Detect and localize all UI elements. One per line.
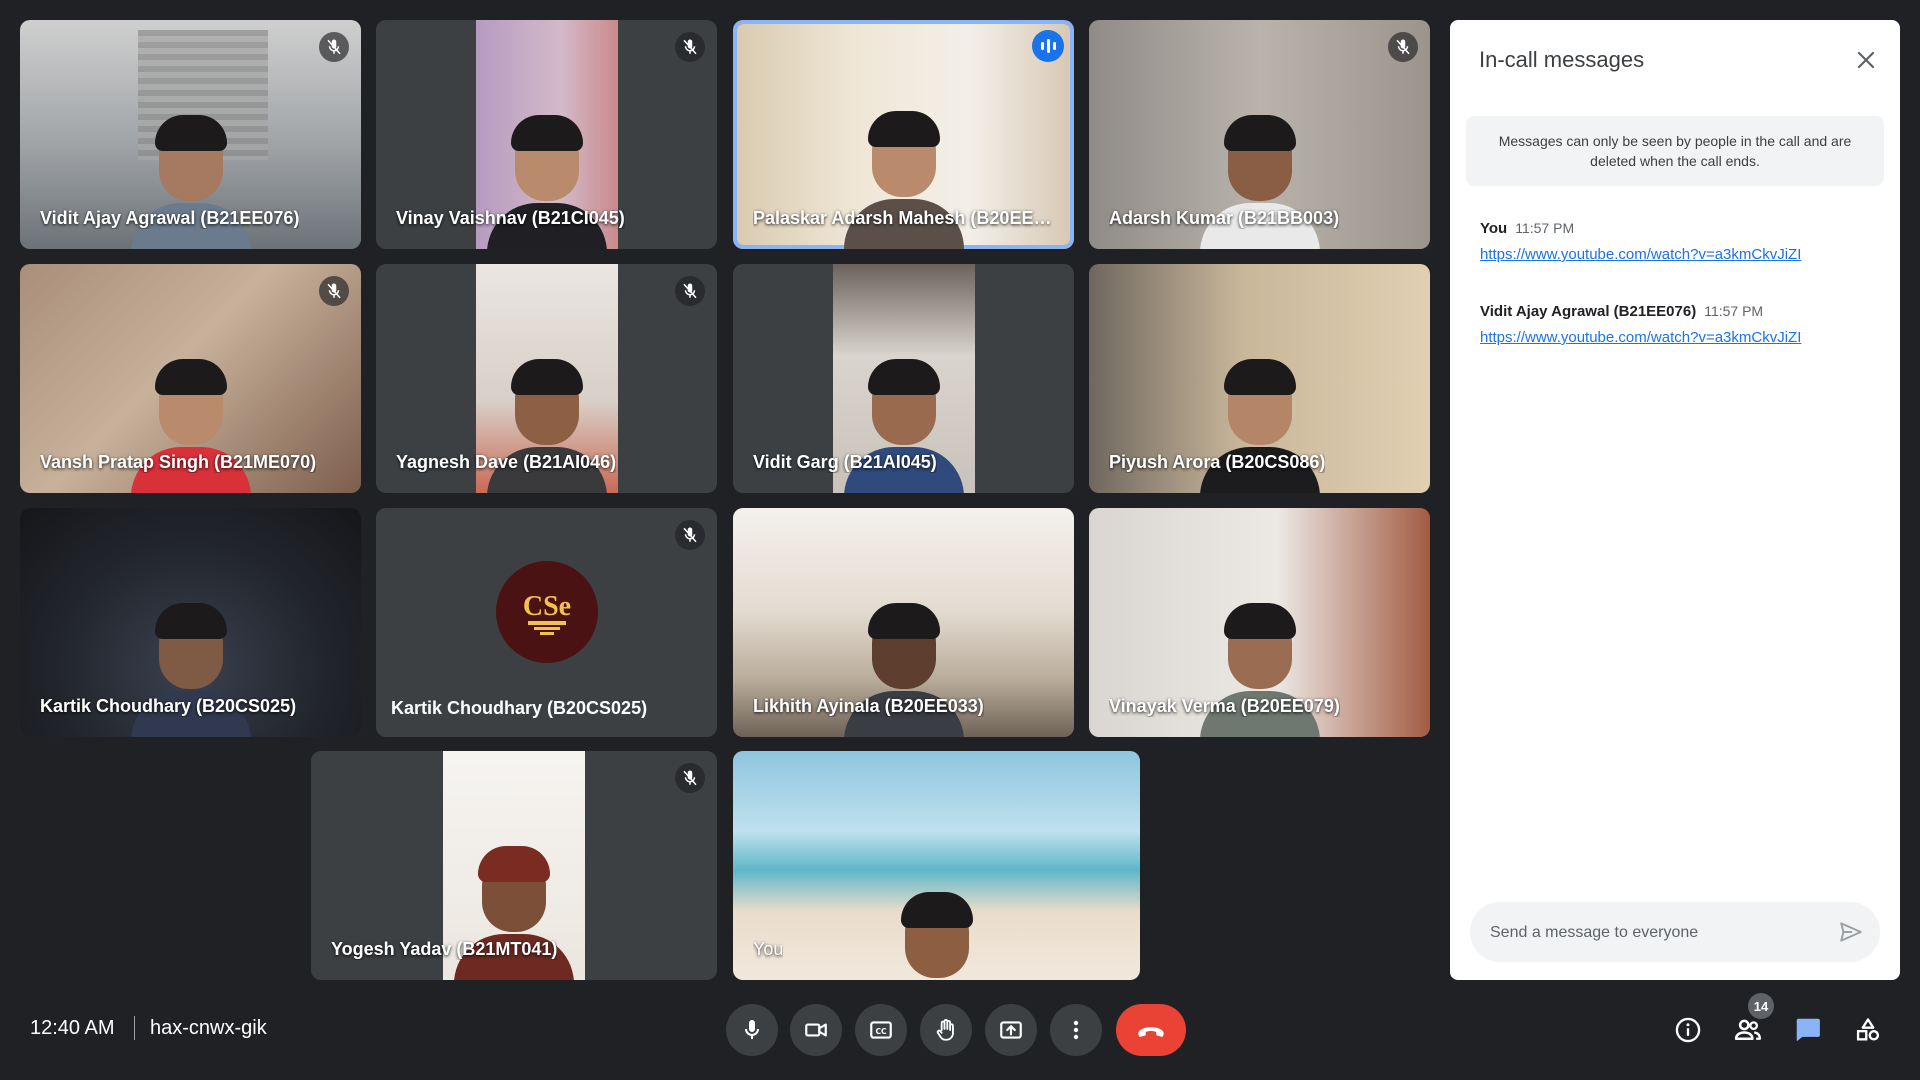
participant-name: Vidit Garg (B21AI045): [753, 452, 937, 472]
meeting-code: hax-cnwx-gik: [150, 1017, 267, 1039]
present-icon: [1000, 1021, 1022, 1039]
participant-tile[interactable]: Adarsh Kumar (B21BB003): [1089, 20, 1430, 249]
current-time: 12:40 AM: [30, 1017, 115, 1039]
people-icon: [1734, 1019, 1761, 1040]
message-composer: [1470, 902, 1880, 964]
raise-hand-button[interactable]: [920, 1004, 972, 1056]
message-sender: You: [1480, 220, 1508, 237]
svg-text:CC: CC: [875, 1027, 887, 1036]
mic-off-icon: [319, 276, 349, 306]
send-icon[interactable]: [1838, 919, 1864, 950]
microphone-button[interactable]: [726, 1004, 778, 1056]
participant-tile[interactable]: Vidit Garg (B21AI045): [733, 264, 1074, 493]
participant-name: Adarsh Kumar (B21BB003): [1109, 208, 1340, 228]
participant-tile[interactable]: Vidit Ajay Agrawal (B21EE076): [20, 20, 361, 249]
mic-off-icon: [675, 32, 705, 62]
meeting-details-button[interactable]: [1671, 1013, 1705, 1047]
message-input[interactable]: [1488, 902, 1822, 964]
more-options-button[interactable]: [1050, 1004, 1102, 1056]
message-time: 11:57 PM: [1704, 303, 1764, 319]
close-icon[interactable]: [1852, 46, 1880, 74]
leave-call-button[interactable]: [1116, 1004, 1186, 1056]
mic-off-icon: [675, 763, 705, 793]
message-time: 11:57 PM: [1515, 220, 1575, 236]
camera-icon: [805, 1023, 827, 1037]
participant-tile[interactable]: CSe Kartik Choudhary (B20CS025): [376, 508, 717, 737]
mic-off-icon: [675, 520, 705, 550]
privacy-notice: Messages can only be seen by people in t…: [1466, 116, 1884, 186]
activities-icon: [1856, 1018, 1880, 1041]
participant-tile[interactable]: Yagnesh Dave (B21AI046): [376, 264, 717, 493]
mic-off-icon: [1388, 32, 1418, 62]
activities-button[interactable]: [1851, 1013, 1885, 1047]
participant-tile[interactable]: Vinay Vaishnav (B21CI045): [376, 20, 717, 249]
divider: [134, 1016, 135, 1040]
svg-text:CSe: CSe: [522, 591, 570, 622]
participant-tile[interactable]: Kartik Choudhary (B20CS025): [20, 508, 361, 737]
participant-name: Likhith Ayinala (B20EE033): [753, 696, 984, 716]
participant-name: Vinayak Verma (B20EE079): [1109, 696, 1340, 716]
panel-title: In-call messages: [1479, 47, 1645, 72]
participant-name: You: [753, 939, 784, 959]
present-screen-button[interactable]: [985, 1004, 1037, 1056]
info-icon: [1675, 1017, 1701, 1043]
participant-name: Kartik Choudhary (B20CS025): [40, 696, 297, 716]
participant-name: Yogesh Yadav (B21MT041): [331, 939, 558, 959]
chat-button[interactable]: [1791, 1013, 1825, 1047]
chat-message: You 11:57 PM https://www.youtube.com/watc…: [1480, 220, 1880, 263]
microphone-icon: [745, 1020, 759, 1039]
participant-name: Palaskar Adarsh Mahesh (B20EE08...: [753, 208, 1054, 228]
participant-name: Vansh Pratap Singh (B21ME070): [40, 452, 317, 472]
end-call-icon: [1138, 1027, 1164, 1037]
participant-avatar: CSe: [495, 560, 598, 663]
participant-name: Yagnesh Dave (B21AI046): [396, 452, 617, 472]
captions-icon: CC: [870, 1021, 892, 1039]
message-sender: Vidit Ajay Agrawal (B21EE076): [1480, 303, 1697, 320]
mic-off-icon: [675, 276, 705, 306]
participant-tile[interactable]: Vansh Pratap Singh (B21ME070): [20, 264, 361, 493]
hand-icon: [936, 1019, 954, 1041]
message-link[interactable]: https://www.youtube.com/watch?v=a3kmCkvJ…: [1480, 246, 1880, 263]
participant-tile[interactable]: You: [733, 751, 1140, 980]
video-grid: Vidit Ajay Agrawal (B21EE076) Vinay Vais…: [0, 0, 1440, 990]
participant-count-badge: 14: [1748, 993, 1774, 1019]
speaking-indicator-icon: [1032, 30, 1064, 62]
in-call-messages-panel: In-call messages Messages can only be se…: [1450, 20, 1900, 980]
participant-video: [733, 751, 1140, 980]
message-link[interactable]: https://www.youtube.com/watch?v=a3kmCkvJ…: [1480, 329, 1880, 346]
participant-name: Vidit Ajay Agrawal (B21EE076): [40, 208, 300, 228]
participant-name: Vinay Vaishnav (B21CI045): [396, 208, 625, 228]
participant-tile[interactable]: Likhith Ayinala (B20EE033): [733, 508, 1074, 737]
cse-logo: CSe: [522, 591, 571, 635]
participant-tile[interactable]: Palaskar Adarsh Mahesh (B20EE08...: [733, 20, 1074, 249]
captions-button[interactable]: CC: [855, 1004, 907, 1056]
more-vert-icon: [1073, 1020, 1079, 1040]
chat-message: Vidit Ajay Agrawal (B21EE076) 11:57 PM ht…: [1480, 303, 1880, 346]
participant-name: Piyush Arora (B20CS086): [1109, 452, 1326, 472]
mic-off-icon: [319, 32, 349, 62]
participant-name: Kartik Choudhary (B20CS025): [391, 698, 648, 718]
camera-button[interactable]: [790, 1004, 842, 1056]
chat-icon: [1796, 1018, 1820, 1042]
participant-tile[interactable]: Yogesh Yadav (B21MT041): [311, 751, 717, 980]
participant-tile[interactable]: Piyush Arora (B20CS086): [1089, 264, 1430, 493]
participant-tile[interactable]: Vinayak Verma (B20EE079): [1089, 508, 1430, 737]
